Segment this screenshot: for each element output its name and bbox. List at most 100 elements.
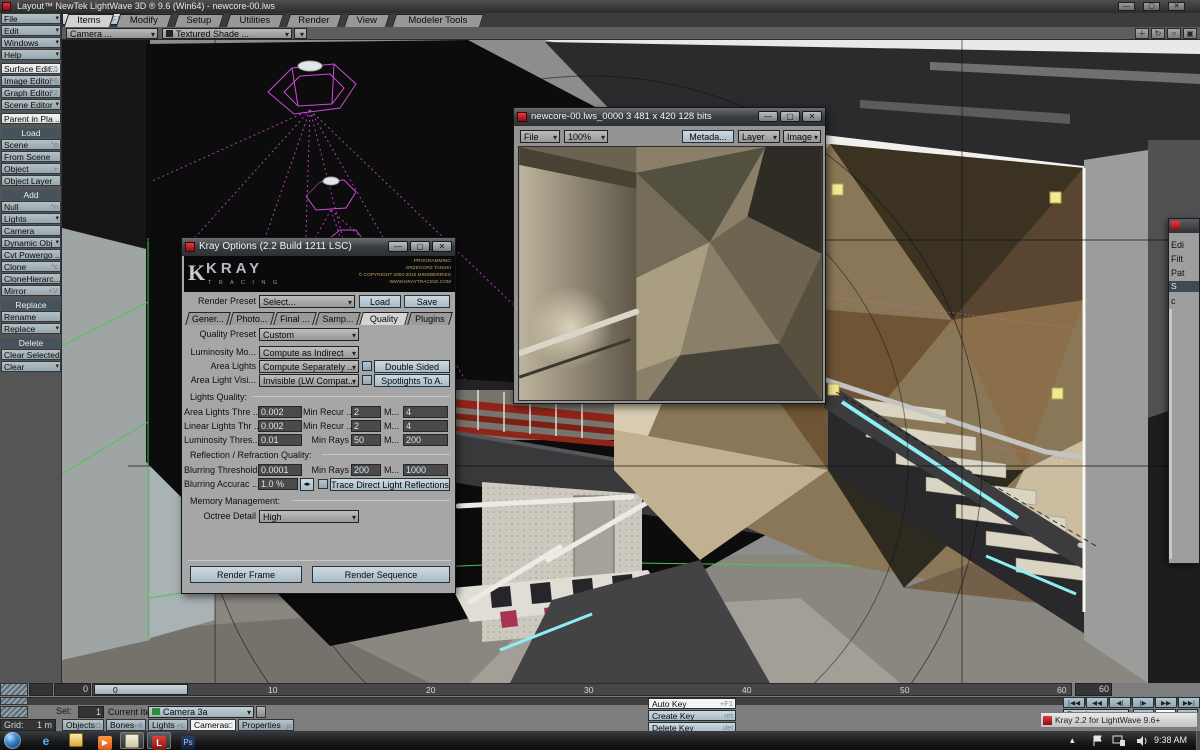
timeline-corner-button[interactable] — [0, 683, 28, 696]
surface-editor-button[interactable]: Surface Edit...F5 — [1, 63, 61, 74]
viewer-file-menu[interactable]: File — [520, 130, 560, 143]
menu-edit[interactable]: Edit — [1, 25, 61, 36]
viewport-camera-select[interactable]: Camera ... — [66, 28, 158, 39]
load-scene-button[interactable]: Scene^o — [1, 139, 61, 150]
clone-button[interactable]: Clone^c — [1, 261, 61, 272]
create-key-button[interactable]: Create Keyret — [648, 710, 736, 721]
min-rays-field-1[interactable]: 50 — [351, 434, 381, 446]
next-key-button[interactable]: ▶▶ — [1155, 697, 1177, 708]
taskbar-lightwave-icon[interactable]: L — [147, 732, 171, 749]
kray-tab-general[interactable]: Gener... — [185, 312, 231, 325]
objects-mode-button[interactable]: Objects+O — [62, 719, 104, 731]
add-lights-button[interactable]: Lights — [1, 213, 61, 224]
menu-file[interactable]: File — [1, 13, 61, 24]
area-light-vis-select[interactable]: Invisible (LW Compat... — [259, 374, 359, 387]
double-sided-button[interactable]: Double Sided — [374, 360, 450, 373]
min-recursion-field-1[interactable]: 2 — [351, 406, 381, 418]
add-camera-button[interactable]: Camera — [1, 225, 61, 236]
show-desktop-button[interactable] — [1196, 731, 1200, 750]
tray-expand-icon[interactable]: ▴ — [1070, 731, 1075, 750]
area-lights-threshold-field[interactable]: 0.002 — [258, 406, 302, 418]
auto-key-button[interactable]: Auto Key+F1 — [648, 698, 736, 709]
blurring-accuracy-field[interactable]: 1.0 % — [258, 478, 298, 490]
sliver-scrollbar[interactable] — [1169, 309, 1172, 559]
sliver-row-filter[interactable]: Filt — [1171, 253, 1200, 265]
maximize-button[interactable]: ▢ — [1143, 2, 1160, 11]
viewport-expand-icon[interactable]: ▣ — [1183, 28, 1197, 39]
menu-help[interactable]: Help — [1, 49, 61, 60]
bones-mode-button[interactable]: Bones+B — [106, 719, 146, 731]
tab-modeler-tools[interactable]: Modeler Tools — [392, 14, 484, 27]
frame-slider-handle[interactable]: 0 — [94, 684, 188, 695]
kray-tab-final[interactable]: Final ... — [273, 312, 317, 325]
sliver-row-edit[interactable]: Edi — [1171, 239, 1200, 251]
taskbar-ie-icon[interactable]: e — [34, 732, 58, 749]
max-field-4[interactable]: 1000 — [403, 464, 448, 476]
minimize-button[interactable]: — — [1118, 2, 1135, 11]
end-frame-field[interactable]: 60 — [1075, 683, 1112, 696]
go-end-button[interactable]: ▶▶| — [1178, 697, 1200, 708]
trace-direct-checkbox[interactable] — [318, 479, 328, 489]
max-field-3[interactable]: 200 — [403, 434, 448, 446]
sel-row-button[interactable] — [0, 706, 28, 718]
double-sided-checkbox[interactable] — [362, 361, 372, 371]
item-lock-button[interactable] — [256, 706, 266, 718]
viewer-minimize-button[interactable]: — — [758, 111, 778, 122]
viewport-pan-icon[interactable]: ＋ — [1135, 28, 1149, 39]
viewer-close-button[interactable]: ✕ — [802, 111, 822, 122]
scene-editor-button[interactable]: Scene Editor — [1, 99, 61, 110]
clear-selected-button[interactable]: Clear Selected- — [1, 349, 61, 360]
viewer-image-select[interactable]: Image — [783, 130, 821, 143]
tray-flag-icon[interactable] — [1092, 735, 1104, 747]
shade-options-arrow[interactable] — [294, 28, 307, 39]
prev-key-button[interactable]: ◀◀ — [1086, 697, 1108, 708]
cvt-powergons-button[interactable]: Cvt Powergo ... — [1, 249, 61, 260]
taskbar-clock[interactable]: 9:38 AM — [1154, 731, 1187, 750]
tray-speaker-icon[interactable] — [1136, 735, 1148, 747]
viewport-zoom-icon[interactable]: ○ — [1167, 28, 1181, 39]
tab-utilities[interactable]: Utilities — [226, 14, 284, 27]
luminosity-mode-select[interactable]: Compute as Indirect — [259, 346, 359, 359]
min-rays-field-2[interactable]: 200 — [351, 464, 381, 476]
kray-dialog-titlebar[interactable]: Kray Options (2.2 Build 1211 LSC) — ▢ ✕ — [182, 238, 455, 256]
close-button[interactable]: ✕ — [1168, 2, 1185, 11]
render-frame-button[interactable]: Render Frame — [190, 566, 302, 583]
lights-mode-button[interactable]: Lights+L — [148, 719, 188, 731]
kray-minimize-button[interactable]: — — [388, 241, 408, 252]
go-start-button[interactable]: |◀◀ — [1063, 697, 1085, 708]
step-back-button[interactable]: ◀| — [1109, 697, 1131, 708]
kray-tab-sampling[interactable]: Samp... — [315, 312, 361, 325]
properties-button[interactable]: Propertiesp — [238, 719, 294, 731]
taskbar-notes-icon[interactable] — [120, 732, 144, 749]
viewport-shade-mode-select[interactable]: Textured Shade ... — [162, 28, 292, 39]
area-lights-select[interactable]: Compute Separately ... — [259, 360, 359, 373]
load-object-layer-button[interactable]: Object Layer — [1, 175, 61, 186]
tab-modify[interactable]: Modify — [116, 14, 172, 27]
kray-tab-plugins[interactable]: Plugins — [407, 312, 453, 325]
graph-editor-button[interactable]: Graph EditorF2 — [1, 87, 61, 98]
start-button[interactable] — [4, 732, 21, 749]
current-item-select[interactable]: Camera 3a — [148, 706, 254, 718]
kray-tab-quality[interactable]: Quality — [359, 312, 409, 325]
max-field-1[interactable]: 4 — [403, 406, 448, 418]
min-recursion-field-2[interactable]: 2 — [351, 420, 381, 432]
accuracy-stepper[interactable]: ◂▸ — [300, 478, 314, 491]
frame-ruler[interactable]: 10 20 30 40 50 60 0 — [92, 683, 1072, 696]
max-field-2[interactable]: 4 — [403, 420, 448, 432]
tab-items[interactable]: Items — [64, 14, 114, 27]
tab-render[interactable]: Render — [286, 14, 342, 27]
clear-button[interactable]: Clear — [1, 361, 61, 372]
kray-maximize-button[interactable]: ▢ — [410, 241, 430, 252]
luminosity-threshold-field[interactable]: 0.01 — [258, 434, 302, 446]
taskbar-photoshop-icon[interactable]: Ps — [176, 732, 200, 749]
taskbar-explorer-icon[interactable] — [64, 732, 88, 749]
linear-lights-threshold-field[interactable]: 0.002 — [258, 420, 302, 432]
spotlights-checkbox[interactable] — [362, 375, 372, 385]
cameras-mode-button[interactable]: Cameras+C — [190, 719, 236, 731]
blurring-threshold-field[interactable]: 0.0001 — [258, 464, 302, 476]
sliver-row-pattern[interactable]: Pat — [1171, 267, 1200, 279]
load-object-button[interactable]: Object+ — [1, 163, 61, 174]
add-dynamic-obj-button[interactable]: Dynamic Obj — [1, 237, 61, 248]
subtrack-button[interactable] — [0, 697, 28, 705]
quality-preset-select[interactable]: Custom — [259, 328, 359, 341]
